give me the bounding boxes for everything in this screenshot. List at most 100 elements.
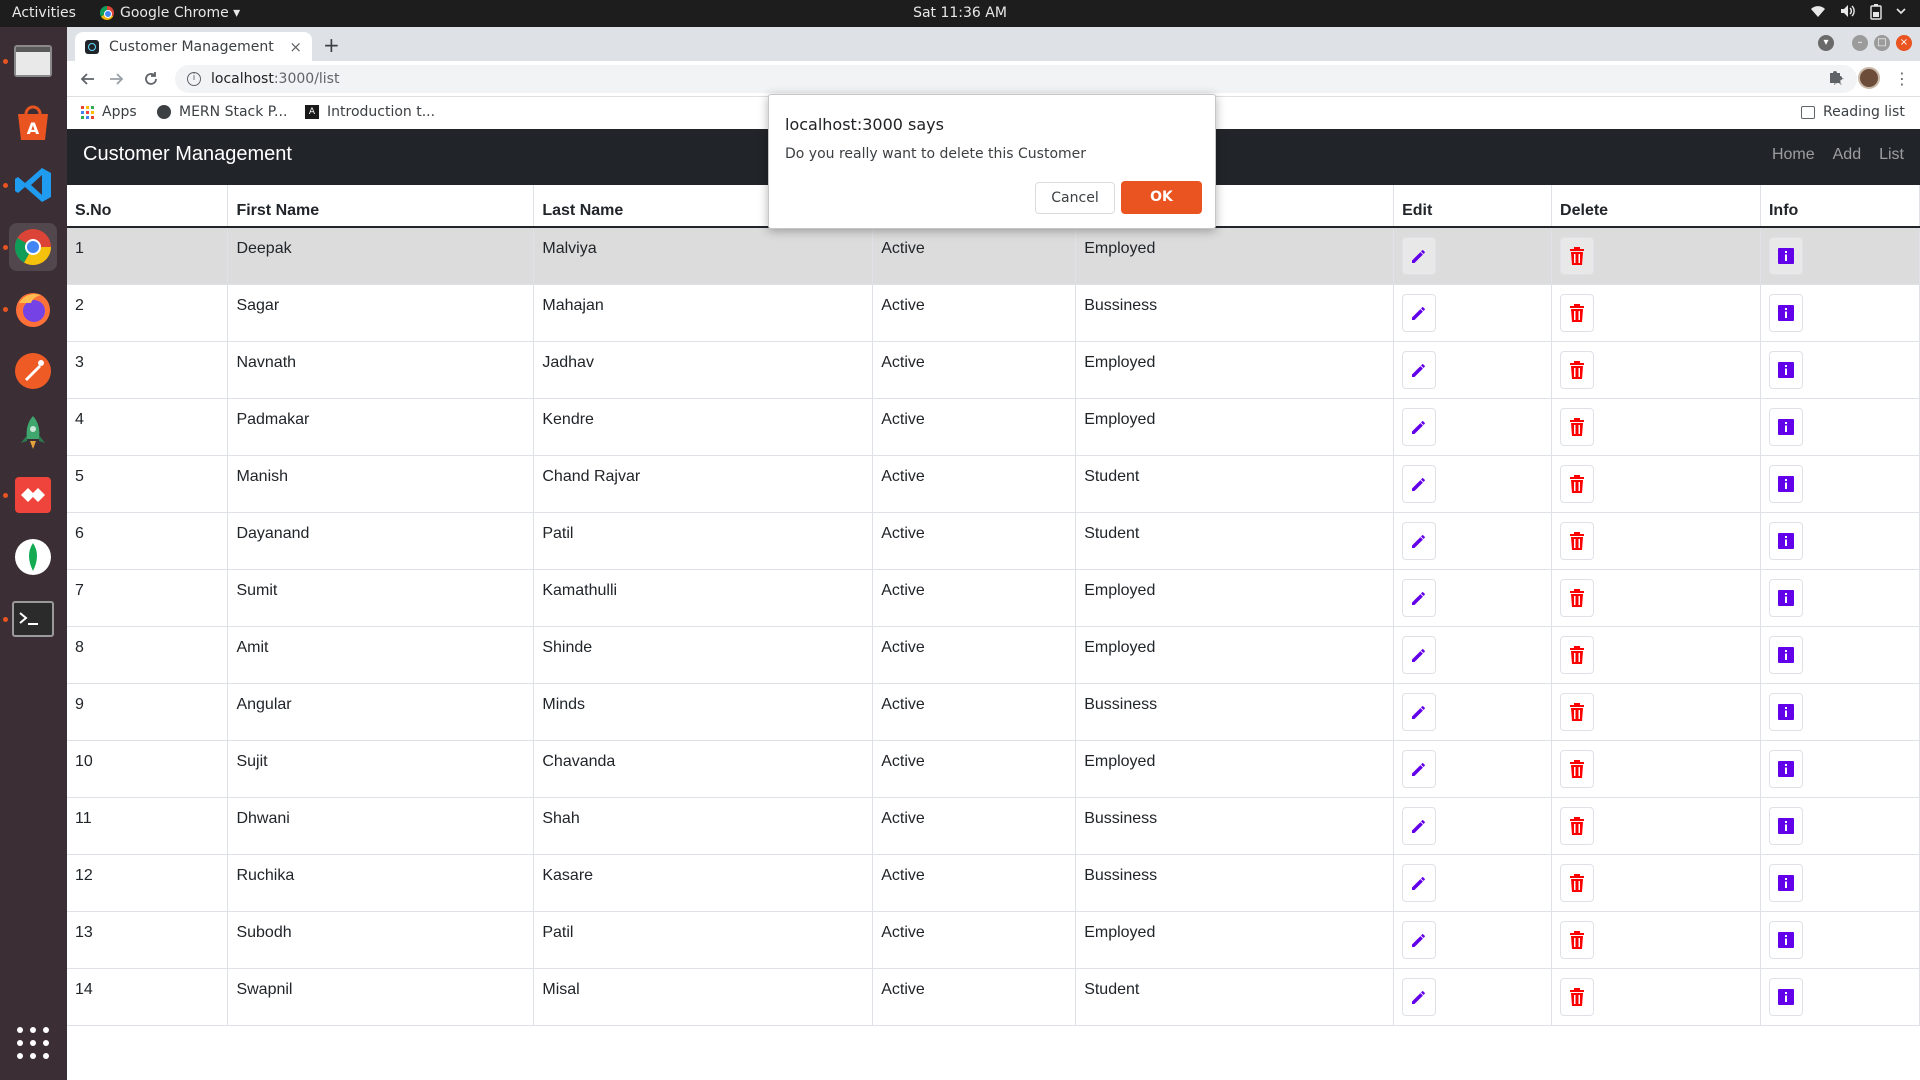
info-icon	[1777, 703, 1794, 720]
cell-status: Active	[872, 455, 1077, 513]
rocket-icon[interactable]	[9, 409, 57, 457]
edit-button[interactable]	[1402, 806, 1437, 845]
delete-button[interactable]	[1560, 464, 1595, 503]
cell-first-name: Sagar	[227, 284, 535, 342]
activities-button[interactable]: Activities	[12, 5, 76, 21]
edit-button[interactable]	[1402, 920, 1437, 959]
reading-list-button[interactable]: Reading list	[1801, 104, 1905, 120]
site-info-icon[interactable]: i	[187, 72, 201, 86]
edit-button[interactable]	[1402, 521, 1437, 560]
info-button[interactable]	[1768, 464, 1803, 503]
software-center-icon[interactable]: A	[9, 99, 57, 147]
reload-icon[interactable]	[139, 67, 163, 91]
close-tab-icon[interactable]: ×	[289, 38, 302, 56]
edit-button[interactable]	[1402, 350, 1437, 389]
terminal-icon[interactable]	[9, 595, 57, 643]
info-button[interactable]	[1768, 692, 1803, 731]
nav-link-home[interactable]: Home	[1772, 146, 1815, 164]
delete-button[interactable]	[1560, 692, 1595, 731]
info-button[interactable]	[1768, 749, 1803, 788]
info-button[interactable]	[1768, 350, 1803, 389]
nav-link-add[interactable]: Add	[1833, 146, 1861, 164]
file-manager-icon[interactable]	[9, 37, 57, 85]
edit-button[interactable]	[1402, 407, 1437, 446]
edit-button[interactable]	[1402, 692, 1437, 731]
maximize-button[interactable]: □	[1874, 35, 1890, 51]
info-button[interactable]	[1768, 407, 1803, 446]
cell-occupation: Employed	[1075, 398, 1395, 456]
cell-status: Active	[872, 569, 1077, 627]
info-button[interactable]	[1768, 806, 1803, 845]
cell-last-name: Chand Rajvar	[533, 455, 874, 513]
tab-search-icon[interactable]: ▾	[1818, 35, 1834, 51]
cancel-button[interactable]: Cancel	[1035, 182, 1115, 214]
chrome-menu-icon[interactable]: ⋮	[1894, 69, 1910, 88]
clock[interactable]: Sat 11:36 AM	[913, 5, 1007, 21]
system-tray[interactable]	[1810, 4, 1906, 24]
delete-button[interactable]	[1560, 920, 1595, 959]
cell-action	[1760, 398, 1920, 456]
app-menu[interactable]: Google Chrome ▾	[100, 5, 240, 21]
delete-button[interactable]	[1560, 635, 1595, 674]
mongodb-compass-icon[interactable]	[9, 533, 57, 581]
new-tab-button[interactable]: +	[323, 33, 340, 57]
anydesk-icon[interactable]	[9, 471, 57, 519]
info-button[interactable]	[1768, 635, 1803, 674]
vscode-icon[interactable]	[9, 161, 57, 209]
minimize-button[interactable]: –	[1852, 35, 1868, 51]
address-bar[interactable]: i localhost :3000/list ☆	[175, 65, 1857, 93]
delete-button[interactable]	[1560, 407, 1595, 446]
cell-action	[1551, 626, 1761, 684]
info-icon	[1777, 760, 1794, 777]
delete-button[interactable]	[1560, 237, 1595, 275]
edit-button[interactable]	[1402, 635, 1437, 674]
edit-button[interactable]	[1402, 863, 1437, 902]
info-button[interactable]	[1768, 977, 1803, 1016]
firefox-icon[interactable]	[9, 285, 57, 333]
chrome-icon[interactable]	[9, 223, 57, 271]
cell-first-name: Subodh	[227, 911, 535, 969]
delete-button[interactable]	[1560, 293, 1595, 332]
delete-button[interactable]	[1560, 578, 1595, 617]
postman-icon[interactable]	[9, 347, 57, 395]
nav-link-list[interactable]: List	[1879, 146, 1904, 164]
cell-occupation: Employed	[1075, 341, 1395, 399]
info-button[interactable]	[1768, 920, 1803, 959]
tab-customer-management[interactable]: Customer Management ×	[75, 32, 312, 61]
extensions-puzzle-icon[interactable]	[1828, 68, 1844, 88]
delete-button[interactable]	[1560, 350, 1595, 389]
bookmark-apps[interactable]: Apps	[81, 104, 137, 120]
info-button[interactable]	[1768, 521, 1803, 560]
delete-button[interactable]	[1560, 749, 1595, 788]
bookmark-mern-stack[interactable]: MERN Stack P...	[157, 104, 287, 120]
info-button[interactable]	[1768, 293, 1803, 332]
delete-button[interactable]	[1560, 521, 1595, 560]
back-icon[interactable]	[75, 67, 99, 91]
info-icon	[1777, 418, 1794, 435]
cell-action	[1551, 740, 1761, 798]
edit-button[interactable]	[1402, 578, 1437, 617]
forward-icon[interactable]	[105, 67, 129, 91]
edit-button[interactable]	[1402, 464, 1437, 503]
delete-button[interactable]	[1560, 977, 1595, 1016]
edit-button[interactable]	[1402, 749, 1437, 788]
info-button[interactable]	[1768, 237, 1803, 275]
bookmark-introduction[interactable]: A Introduction t...	[305, 104, 435, 120]
brand-title[interactable]: Customer Management	[83, 143, 292, 166]
ok-button[interactable]: OK	[1121, 181, 1202, 214]
edit-pencil-icon	[1410, 817, 1428, 835]
show-apps-icon[interactable]	[17, 1027, 49, 1059]
edit-button[interactable]	[1402, 293, 1437, 332]
close-window-button[interactable]: ×	[1896, 35, 1912, 51]
cell-status: Active	[872, 341, 1077, 399]
edit-button[interactable]	[1402, 237, 1437, 275]
delete-button[interactable]	[1560, 806, 1595, 845]
info-button[interactable]	[1768, 578, 1803, 617]
edit-button[interactable]	[1402, 977, 1437, 1016]
info-button[interactable]	[1768, 863, 1803, 902]
svg-text:A: A	[27, 119, 40, 138]
delete-button[interactable]	[1560, 863, 1595, 902]
profile-avatar[interactable]	[1858, 67, 1880, 89]
cell-status: Active	[872, 626, 1077, 684]
delete-trash-icon	[1569, 588, 1585, 607]
